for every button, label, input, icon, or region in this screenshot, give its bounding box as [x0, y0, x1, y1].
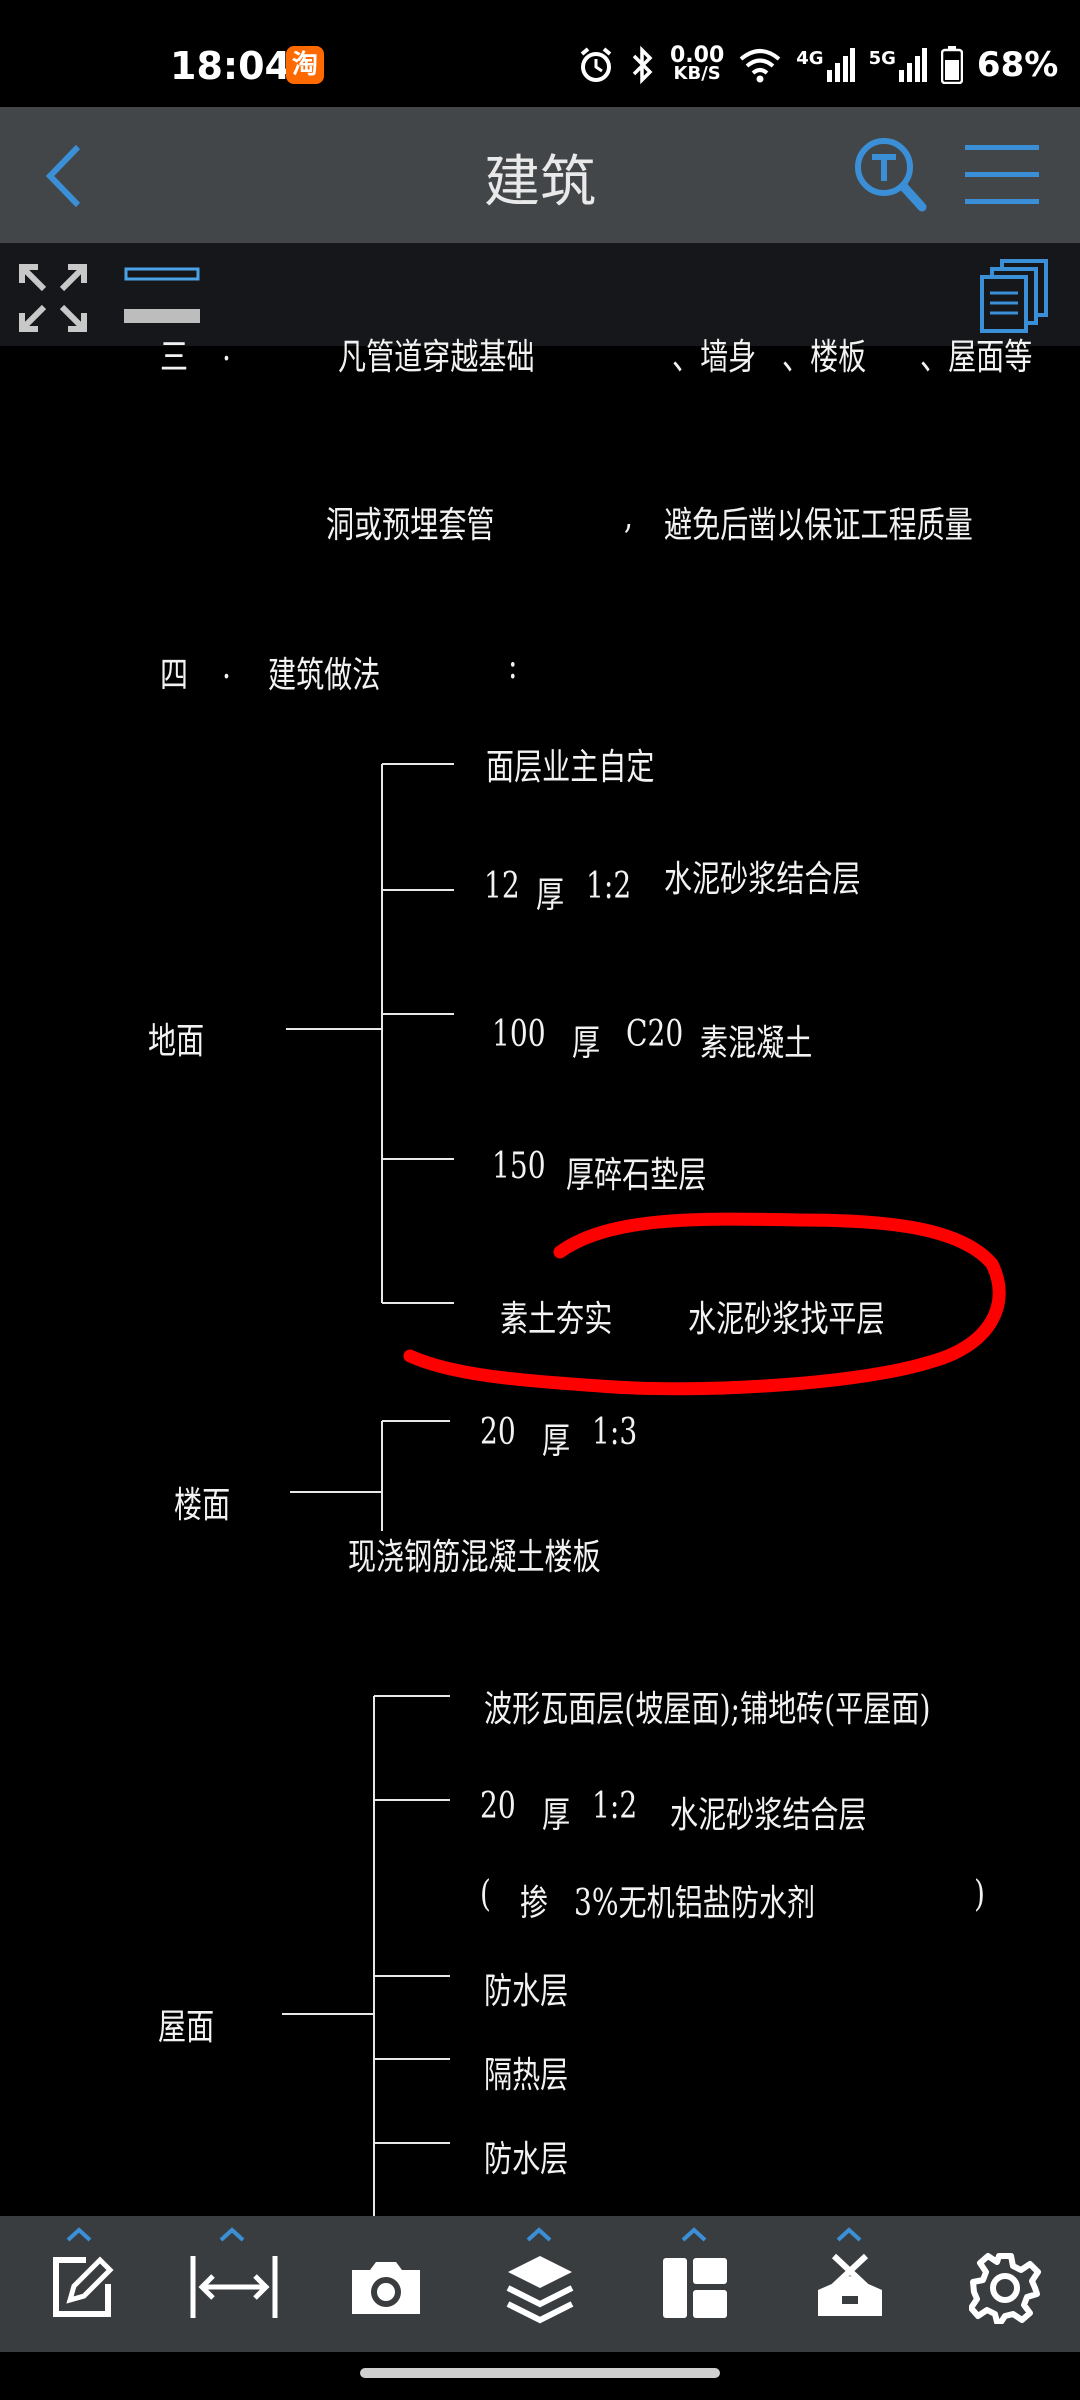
chevron-up-icon: [836, 2227, 862, 2242]
battery-percent: 68%: [976, 45, 1059, 85]
chevron-up-icon: [681, 2227, 707, 2242]
gesture-nav-bar[interactable]: [360, 2368, 720, 2378]
roof-layer-2-thick: 厚: [542, 1795, 571, 1836]
layer-toggle-icon[interactable]: [124, 265, 200, 327]
layout-button[interactable]: [635, 2216, 755, 2352]
roof-note-mix: 掺: [520, 1883, 549, 1924]
battery-icon: [940, 46, 963, 84]
wifi-icon: [739, 49, 781, 83]
roof-note-close-paren: ): [974, 1874, 985, 1915]
floor-layer-1-thick: 厚: [542, 1421, 571, 1462]
ground-layer-3-grade: C20: [626, 1014, 684, 1055]
ground-label: 地面: [148, 1021, 205, 1062]
chevron-up-icon: [526, 2227, 552, 2242]
camera-button[interactable]: [326, 2216, 446, 2352]
text-search-icon[interactable]: [852, 135, 928, 215]
layers-icon: [506, 2256, 574, 2324]
roof-layer-2-ratio: 1:2: [592, 1786, 638, 1827]
chevron-up-icon: [219, 2227, 245, 2242]
roof-note-open-paren: (: [480, 1874, 491, 1915]
roof-layer-2-thickness: 20: [480, 1786, 516, 1827]
settings-button[interactable]: [945, 2216, 1065, 2352]
alarm-icon: [580, 47, 612, 82]
fullscreen-icon[interactable]: [18, 263, 88, 333]
ground-layer-1: 面层业主自定: [486, 747, 655, 788]
layers-button[interactable]: [480, 2216, 600, 2352]
tools-icon: [818, 2253, 882, 2316]
settings-icon: [969, 2253, 1041, 2324]
measure-button[interactable]: [173, 2216, 293, 2352]
title-bar: 建筑: [0, 107, 1080, 243]
signal-5g-icon: 5G: [869, 48, 927, 82]
bottom-toolbar: [0, 2216, 1080, 2352]
floor-layer-1-ratio: 1:3: [592, 1412, 638, 1453]
status-time: 18:04: [170, 44, 291, 88]
network-speed: 0.00 KB/S: [670, 43, 725, 84]
roof-layer-3: 防水层: [484, 1971, 569, 2012]
roof-layer-5: 防水层: [484, 2139, 569, 2180]
camera-icon: [352, 2262, 420, 2314]
ground-layer-2-ratio: 1:2: [586, 866, 632, 907]
chevron-up-icon: [66, 2227, 92, 2242]
tools-button[interactable]: [790, 2216, 910, 2352]
ground-layer-4-thickness: 150: [492, 1146, 546, 1187]
ground-layer-5b: 水泥砂浆找平层: [688, 1299, 885, 1340]
drawing-lines: [282, 763, 1006, 2216]
ground-layer-3-thickness: 100: [492, 1014, 546, 1055]
ground-layer-4-material: 厚碎石垫层: [566, 1155, 707, 1196]
ground-layer-2-material: 水泥砂浆结合层: [664, 859, 861, 900]
measure-icon: [190, 2256, 278, 2318]
pages-icon[interactable]: [980, 259, 1050, 335]
roof-layer-1: 波形瓦面层(坡屋面);铺地砖(平屋面): [484, 1689, 931, 1730]
floor-label: 楼面: [174, 1485, 231, 1526]
ground-layer-2-thick: 厚: [536, 875, 565, 916]
floor-layer-2: 现浇钢筋混凝土楼板: [348, 1537, 601, 1578]
roof-note-additive: 3%无机铝盐防水剂: [574, 1883, 816, 1924]
bluetooth-icon: [632, 45, 653, 85]
layout-icon: [663, 2258, 727, 2318]
ground-layer-5a: 素土夯实: [500, 1299, 613, 1340]
edit-icon: [53, 2256, 114, 2317]
ground-layer-2-thickness: 12: [484, 866, 520, 907]
taobao-app-icon: 淘: [286, 46, 324, 84]
floor-layer-1-thickness: 20: [480, 1412, 516, 1453]
status-bar: 18:04 淘 0.00 KB/S 4G 5G 68%: [0, 0, 1080, 107]
edit-button[interactable]: [20, 2216, 140, 2352]
signal-4g-icon: 4G: [796, 48, 855, 82]
menu-icon[interactable]: [965, 143, 1039, 205]
cad-drawing-canvas[interactable]: 三 . 凡管道穿越基础 、墙身 、楼板 、屋面等 洞或预埋套管 , 避免后凿以保…: [0, 328, 1080, 2216]
roof-layer-2-material: 水泥砂浆结合层: [670, 1795, 867, 1836]
ground-layer-3-material: 素混凝土: [700, 1023, 813, 1064]
roof-layer-4: 隔热层: [484, 2055, 569, 2096]
status-icons: 0.00 KB/S 4G 5G 68%: [576, 40, 1058, 90]
roof-label: 屋面: [158, 2007, 215, 2048]
ground-layer-3-thick: 厚: [572, 1023, 601, 1064]
